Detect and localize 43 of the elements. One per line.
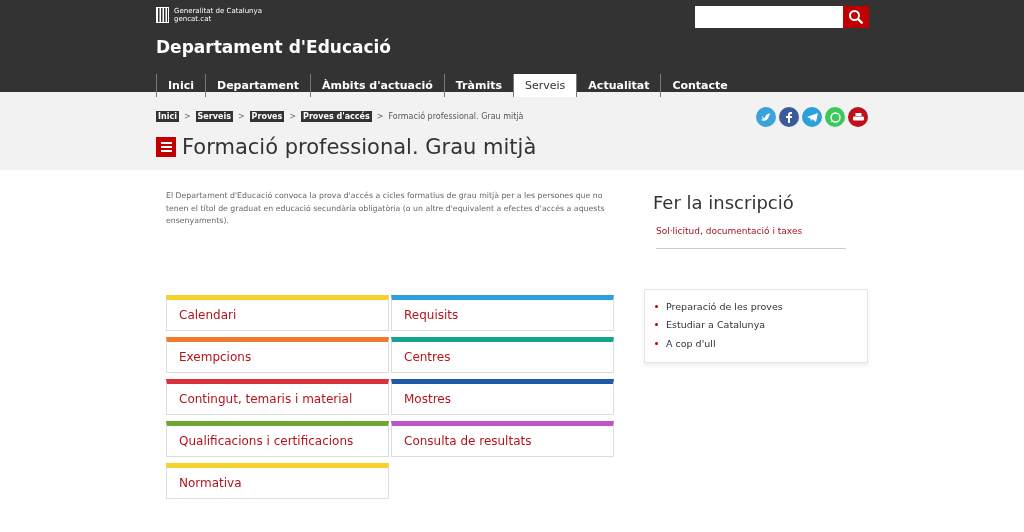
breadcrumb-link[interactable]: Proves (249, 110, 285, 122)
bird-icon (761, 112, 771, 122)
breadcrumb-separator: > (289, 111, 296, 121)
breadcrumb-current: Formació professional. Grau mitjà (388, 111, 524, 121)
bullet-icon (655, 304, 658, 308)
topic-link-card[interactable]: Consulta de resultats (391, 420, 614, 457)
breadcrumb-link[interactable]: Proves d'accés (301, 110, 372, 122)
share-button[interactable] (802, 107, 822, 127)
bullet-icon (655, 323, 658, 327)
menu-icon (156, 137, 176, 157)
emblem-icon (156, 7, 169, 23)
search-field[interactable] (695, 6, 843, 28)
topic-link-card[interactable]: Normativa (166, 462, 389, 499)
related-link[interactable]: A cop d'ull (666, 337, 716, 349)
topic-link-card[interactable]: Mostres (391, 378, 614, 415)
search-icon (848, 9, 864, 25)
search-button[interactable] (843, 6, 869, 28)
topic-link-card[interactable]: Centres (391, 336, 614, 373)
topic-link-card[interactable]: Exempcions (166, 336, 389, 373)
breadcrumb-separator: > (237, 111, 245, 121)
phone-bubble-icon (829, 111, 841, 123)
related-link[interactable]: Preparació de les proves (666, 300, 783, 312)
related-link[interactable]: Estudiar a Catalunya (666, 319, 766, 331)
page-title: Formació professional. Grau mitjà (182, 135, 537, 159)
f-letter-icon (786, 111, 792, 123)
print-button[interactable] (848, 107, 868, 127)
topic-link-card[interactable]: Contingut, temaris i material (166, 378, 389, 415)
breadcrumb-separator: > (183, 111, 191, 121)
printer-icon (852, 112, 864, 122)
share-button[interactable] (756, 107, 776, 127)
topic-link-card[interactable]: Calendari (166, 294, 389, 331)
share-button[interactable] (779, 107, 799, 127)
sidebar-heading: Fer la inscripció (653, 192, 795, 213)
paper-plane-icon (806, 112, 818, 122)
topic-link-card[interactable]: Requisits (391, 294, 614, 331)
bullet-icon (655, 341, 658, 345)
nav-tab[interactable]: Serveis (513, 74, 577, 97)
breadcrumb-link[interactable]: Serveis (195, 110, 233, 122)
topic-link-card[interactable]: Qualificacions i certificacions (166, 420, 389, 457)
registration-link[interactable]: Sol·licitud, documentació i taxes (656, 226, 846, 249)
breadcrumb-separator: > (376, 111, 384, 121)
breadcrumb-link[interactable]: Inici (156, 110, 179, 122)
site-title: Departament d'Educació (156, 37, 393, 59)
